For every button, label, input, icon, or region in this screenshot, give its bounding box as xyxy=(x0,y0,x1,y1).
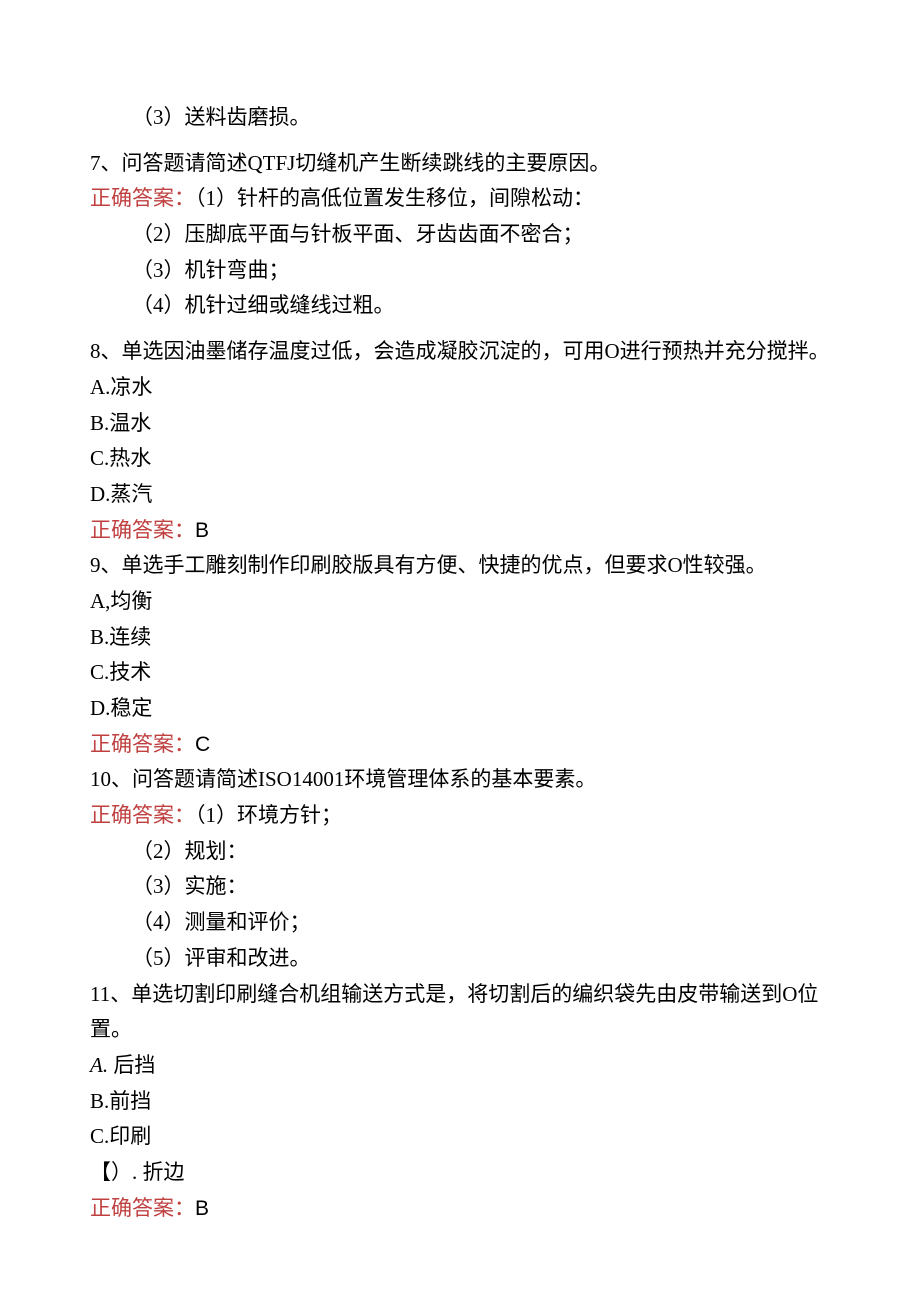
answer-7-line3: （3）机针弯曲； xyxy=(90,253,830,289)
answer-7-line1: 正确答案：（1）针杆的高低位置发生移位，间隙松动： xyxy=(90,181,830,217)
answer-10-line3: （3）实施： xyxy=(90,869,830,905)
answer-text: B xyxy=(195,1197,209,1220)
answer-7-line2: （2）压脚底平面与针板平面、牙齿齿面不密合； xyxy=(90,217,830,253)
prev-answer-tail: （3）送料齿磨损。 xyxy=(90,100,830,136)
answer-label: 正确答案： xyxy=(90,518,195,542)
option-8-c: C.热水 xyxy=(90,441,830,477)
answer-7-line4: （4）机针过细或缝线过粗。 xyxy=(90,288,830,324)
option-9-d: D.稳定 xyxy=(90,691,830,727)
question-9: 9、单选手工雕刻制作印刷胶版具有方便、快捷的优点，但要求O性较强。 xyxy=(90,548,830,584)
option-11-d: 【）. 折边 xyxy=(90,1155,830,1191)
answer-9: 正确答案：C xyxy=(90,727,830,763)
option-8-a: A.凉水 xyxy=(90,370,830,406)
option-8-d: D.蒸汽 xyxy=(90,477,830,513)
answer-text: （1）针杆的高低位置发生移位，间隙松动： xyxy=(195,186,594,210)
answer-text: （1）环境方针； xyxy=(195,803,342,827)
question-11: 11、单选切割印刷缝合机组输送方式是，将切割后的编织袋先由皮带输送到O位 置。 xyxy=(90,977,830,1048)
option-9-a: A,均衡 xyxy=(90,584,830,620)
answer-text: C xyxy=(195,733,210,756)
question-7: 7、问答题请简述QTFJ切缝机产生断续跳线的主要原因。 xyxy=(90,146,830,182)
answer-10-line1: 正确答案：（1）环境方针； xyxy=(90,798,830,834)
option-9-b: B.连续 xyxy=(90,620,830,656)
answer-10-line4: （4）测量和评价； xyxy=(90,905,830,941)
question-8: 8、单选因油墨储存温度过低，会造成凝胶沉淀的，可用O进行预热并充分搅拌。 xyxy=(90,334,830,370)
answer-10-line2: （2）规划： xyxy=(90,834,830,870)
option-11-a: A. 后挡 xyxy=(90,1048,830,1084)
answer-label: 正确答案： xyxy=(90,1196,195,1220)
answer-label: 正确答案： xyxy=(90,186,195,210)
option-8-b: B.温水 xyxy=(90,406,830,442)
question-10: 10、问答题请简述ISO14001环境管理体系的基本要素。 xyxy=(90,762,830,798)
answer-label: 正确答案： xyxy=(90,732,195,756)
answer-8: 正确答案：B xyxy=(90,513,830,549)
option-11-b: B.前挡 xyxy=(90,1084,830,1120)
answer-label: 正确答案： xyxy=(90,803,195,827)
answer-10-line5: （5）评审和改进。 xyxy=(90,941,830,977)
answer-11: 正确答案：B xyxy=(90,1191,830,1227)
option-9-c: C.技术 xyxy=(90,655,830,691)
option-11-c: C.印刷 xyxy=(90,1119,830,1155)
answer-text: B xyxy=(195,519,209,542)
